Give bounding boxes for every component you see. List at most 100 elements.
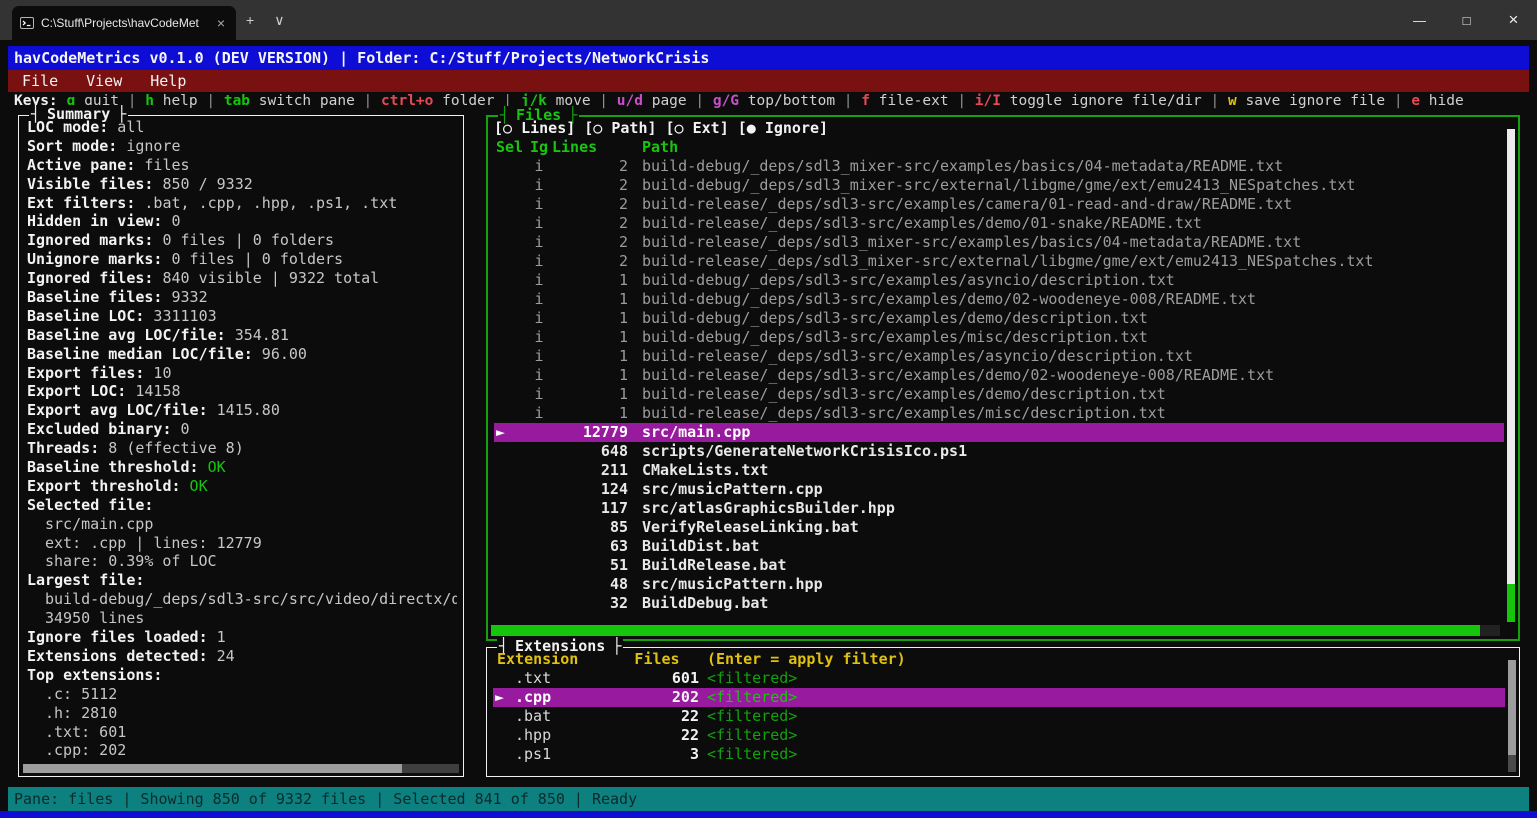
minimize-button[interactable]: —: [1396, 0, 1443, 40]
summary-value: 34950 lines: [45, 609, 144, 627]
file-row[interactable]: i1build-debug/_deps/sdl3-src/examples/as…: [494, 271, 1504, 290]
file-lines: 2: [550, 252, 628, 271]
status-bar: Pane: files | Showing 850 of 9332 files …: [8, 787, 1529, 811]
window-titlebar: C:\Stuff\Projects\havCodeMet × + ∨ — □ ×: [0, 0, 1537, 40]
key-hint-key: w: [1228, 93, 1237, 109]
scrollbar-thumb[interactable]: [23, 764, 402, 773]
files-vertical-scrollbar[interactable]: [1507, 129, 1515, 622]
summary-value: .cpp: 202: [45, 741, 126, 759]
summary-line: Threads: 8 (effective 8): [27, 439, 457, 458]
file-path: build-debug/_deps/sdl3-src/examples/demo…: [642, 290, 1504, 309]
file-row[interactable]: i2build-release/_deps/sdl3_mixer-src/ext…: [494, 252, 1504, 271]
selection-marker: [494, 195, 528, 214]
tab-dropdown-icon[interactable]: ∨: [264, 7, 294, 33]
keys-bar-items: q quit | h help | tab switch pane | ctrl…: [67, 93, 1464, 109]
extension-row[interactable]: .bat22<filtered>: [493, 707, 1505, 726]
terminal-tab[interactable]: C:\Stuff\Projects\havCodeMet ×: [12, 6, 236, 40]
file-row[interactable]: i1build-release/_deps/sdl3-src/examples/…: [494, 347, 1504, 366]
summary-label: Threads:: [27, 439, 99, 457]
ignore-marker: [528, 480, 550, 499]
terminal-window: C:\Stuff\Projects\havCodeMet × + ∨ — □ ×…: [0, 0, 1537, 818]
filter-lines[interactable]: [○ Lines]: [494, 119, 575, 137]
status-text: Pane: files | Showing 850 of 9332 files …: [14, 790, 637, 808]
maximize-button[interactable]: □: [1443, 0, 1490, 40]
filter-ignore[interactable]: [● Ignore]: [738, 119, 828, 137]
key-separator: |: [355, 93, 381, 109]
selection-marker: [494, 290, 528, 309]
file-row[interactable]: 648scripts/GenerateNetworkCrisisIco.ps1: [494, 442, 1504, 461]
key-separator: |: [1202, 93, 1228, 109]
extension-filter-status: <filtered>: [707, 669, 797, 688]
file-row[interactable]: i1build-release/_deps/sdl3-src/examples/…: [494, 404, 1504, 423]
key-hint-key: e: [1411, 93, 1420, 109]
filter-ext[interactable]: [○ Ext]: [666, 119, 729, 137]
summary-line: .h: 2810: [27, 704, 457, 723]
filter-path[interactable]: [○ Path]: [584, 119, 656, 137]
extensions-header: Extension Files (Enter = apply filter): [493, 650, 1505, 669]
menu-item-help[interactable]: Help: [150, 70, 186, 92]
summary-line: Selected file:: [27, 496, 457, 515]
menu-item-view[interactable]: View: [86, 70, 122, 92]
summary-horizontal-scrollbar[interactable]: [23, 764, 459, 773]
file-path: CMakeLists.txt: [642, 461, 1504, 480]
file-row[interactable]: 124src/musicPattern.cpp: [494, 480, 1504, 499]
extension-row[interactable]: .ps13<filtered>: [493, 745, 1505, 764]
file-lines: 2: [550, 195, 628, 214]
file-row[interactable]: i2build-debug/_deps/sdl3_mixer-src/exter…: [494, 176, 1504, 195]
file-row[interactable]: 48src/musicPattern.hpp: [494, 575, 1504, 594]
file-row[interactable]: i1build-debug/_deps/sdl3-src/examples/de…: [494, 290, 1504, 309]
summary-label: Visible files:: [27, 175, 153, 193]
file-row[interactable]: 51BuildRelease.bat: [494, 556, 1504, 575]
file-row[interactable]: 63BuildDist.bat: [494, 537, 1504, 556]
summary-label: Baseline threshold:: [27, 458, 199, 476]
file-row[interactable]: i2build-release/_deps/sdl3_mixer-src/exa…: [494, 233, 1504, 252]
extension-filter-status: <filtered>: [707, 688, 797, 707]
file-row[interactable]: i1build-release/_deps/sdl3-src/examples/…: [494, 385, 1504, 404]
summary-label: Ignored files:: [27, 269, 153, 287]
ignore-marker: i: [528, 252, 550, 271]
summary-value: files: [135, 156, 189, 174]
extension-row[interactable]: .txt601<filtered>: [493, 669, 1505, 688]
file-row[interactable]: i1build-release/_deps/sdl3-src/examples/…: [494, 366, 1504, 385]
key-separator: |: [835, 93, 861, 109]
ignore-marker: i: [528, 290, 550, 309]
scrollbar-thumb[interactable]: [1508, 660, 1516, 755]
summary-line: .txt: 601: [27, 723, 457, 742]
extension-row[interactable]: ►.cpp202<filtered>: [493, 688, 1505, 707]
extensions-body: Extension Files (Enter = apply filter) .…: [493, 650, 1505, 772]
file-row[interactable]: 117src/atlasGraphicsBuilder.hpp: [494, 499, 1504, 518]
summary-line: Top extensions:: [27, 666, 457, 685]
ignore-marker: [528, 537, 550, 556]
selection-marker: [494, 480, 528, 499]
key-hint-key: tab: [224, 93, 250, 109]
summary-value: share: 0.39% of LOC: [45, 552, 217, 570]
file-row[interactable]: i2build-debug/_deps/sdl3_mixer-src/examp…: [494, 157, 1504, 176]
summary-value: 3311103: [144, 307, 216, 325]
file-lines: 117: [550, 499, 628, 518]
file-path: build-release/_deps/sdl3-src/examples/de…: [642, 214, 1504, 233]
extensions-vertical-scrollbar[interactable]: [1508, 660, 1516, 772]
scrollbar-thumb[interactable]: [491, 625, 1480, 636]
tab-close-icon[interactable]: ×: [214, 15, 228, 31]
selection-marker: [494, 556, 528, 575]
menu-item-file[interactable]: File: [22, 70, 58, 92]
file-path: src/musicPattern.hpp: [642, 575, 1504, 594]
file-row[interactable]: i1build-debug/_deps/sdl3-src/examples/de…: [494, 309, 1504, 328]
file-row[interactable]: 211CMakeLists.txt: [494, 461, 1504, 480]
file-row[interactable]: i1build-debug/_deps/sdl3-src/examples/mi…: [494, 328, 1504, 347]
file-row[interactable]: 32BuildDebug.bat: [494, 594, 1504, 613]
close-button[interactable]: ×: [1490, 0, 1537, 40]
file-row[interactable]: i2build-release/_deps/sdl3-src/examples/…: [494, 195, 1504, 214]
file-row[interactable]: 85VerifyReleaseLinking.bat: [494, 518, 1504, 537]
ignore-marker: [528, 461, 550, 480]
summary-line: LOC mode: all: [27, 118, 457, 137]
files-horizontal-scrollbar[interactable]: [491, 625, 1500, 636]
file-row[interactable]: i2build-release/_deps/sdl3-src/examples/…: [494, 214, 1504, 233]
file-path: src/main.cpp: [642, 423, 1504, 442]
summary-value: OK: [181, 477, 208, 495]
new-tab-button[interactable]: +: [236, 7, 264, 33]
menu-bar: File View Help: [8, 70, 1529, 92]
file-row[interactable]: ►12779src/main.cpp: [494, 423, 1504, 442]
scrollbar-thumb[interactable]: [1507, 584, 1515, 622]
extension-row[interactable]: .hpp22<filtered>: [493, 726, 1505, 745]
